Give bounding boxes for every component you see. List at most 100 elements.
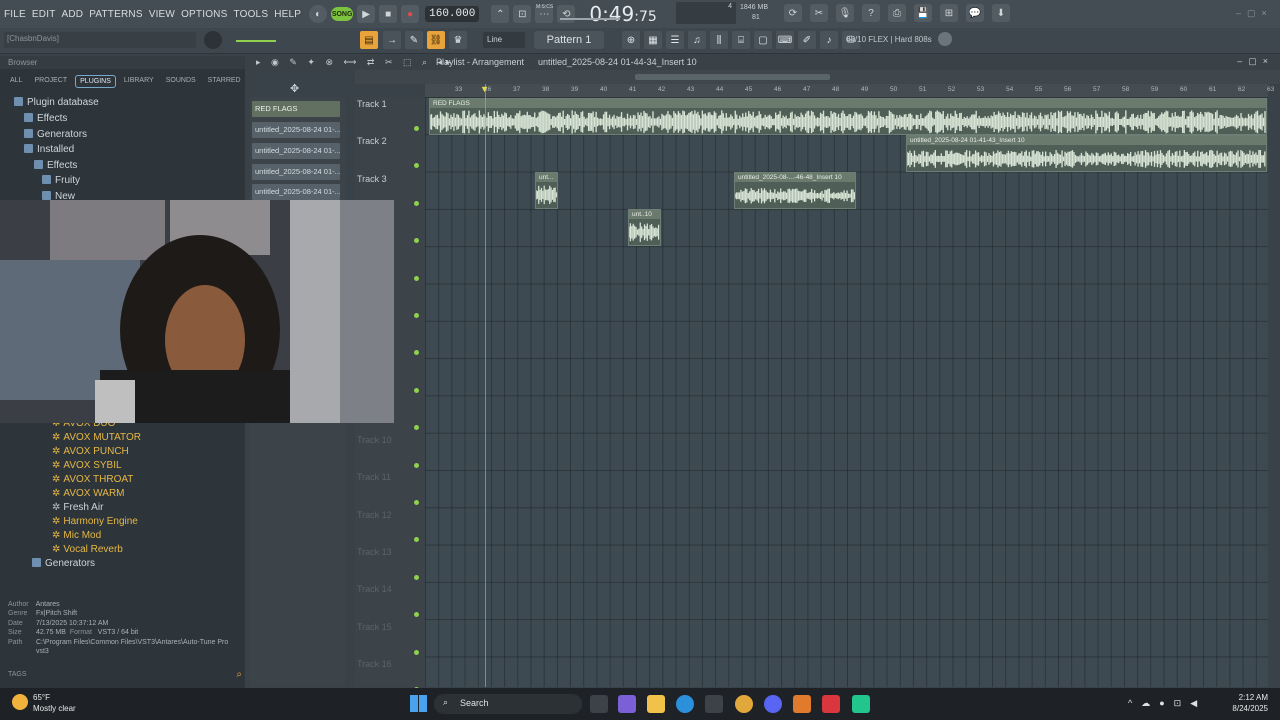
track-16-label[interactable]: Track 16 <box>357 659 392 669</box>
touch-keyboard-icon[interactable]: ⌨ <box>776 31 794 49</box>
track-1-label[interactable]: Track 1 <box>357 99 387 109</box>
add-track-icon[interactable]: ✥ <box>290 82 299 95</box>
plugin-item[interactable]: ✲ AVOX MUTATOR <box>52 432 141 443</box>
weather-icon[interactable] <box>12 694 28 710</box>
scroll-thumb[interactable] <box>635 74 830 80</box>
clip-track-3-b[interactable]: untitled_2025-08-...-46-48_Insert 10 <box>734 172 856 209</box>
track-mute-dot[interactable] <box>414 126 419 131</box>
store-icon[interactable] <box>705 695 723 713</box>
browser-icon[interactable]: ⌸ <box>732 31 750 49</box>
track-mute-dot[interactable] <box>414 500 419 505</box>
pattern-selector[interactable]: Pattern 1 <box>534 31 604 49</box>
weather-temp[interactable]: 65°F <box>33 693 50 702</box>
track-mute-dot[interactable] <box>414 574 419 580</box>
volume-icon[interactable]: ◀ <box>1190 698 1206 708</box>
tab-plugins[interactable]: PLUGINS <box>75 75 116 88</box>
tree-fruity[interactable]: Fruity <box>42 175 80 186</box>
save-icon[interactable]: 💾 <box>914 4 932 22</box>
channel-item[interactable]: untitled_2025-08-24 01-... <box>252 164 340 180</box>
help-icon[interactable]: ? <box>862 4 880 22</box>
mic-icon[interactable]: 🎙 <box>836 4 854 22</box>
menu-help[interactable]: HELP <box>274 9 301 20</box>
stop-icon[interactable]: ■ <box>379 5 398 23</box>
discord-icon[interactable] <box>764 695 782 713</box>
copilot-icon[interactable] <box>618 695 636 713</box>
channel-red-flags[interactable]: RED FLAGS <box>252 101 340 117</box>
tab-library[interactable]: LIBRARY <box>120 75 158 88</box>
track-mute-dot[interactable] <box>414 462 419 468</box>
playlist-tool-icons[interactable]: ▸ ◉ ✎ ✦ ⊗ ⟷ ⇄ ✂ ⬚ ⌕ ◂▸ <box>256 57 455 68</box>
video-app-icon[interactable] <box>822 695 840 713</box>
link-icon[interactable]: ⛓ <box>427 31 445 49</box>
close-icon[interactable]: × <box>1262 8 1273 18</box>
maximize-icon[interactable]: ▢ <box>1247 8 1262 18</box>
menu-edit[interactable]: EDIT <box>32 9 56 20</box>
flex-preset-label[interactable]: 08/10 FLEX | Hard 808s <box>846 35 932 44</box>
clip-track-3-a[interactable]: unt... <box>535 172 558 209</box>
flex-settings-icon[interactable] <box>938 32 952 46</box>
download-icon[interactable]: ⬇ <box>992 4 1010 22</box>
tree-generators[interactable]: Generators <box>24 129 87 140</box>
tags-bar[interactable]: TAGS ⌕ <box>8 669 244 685</box>
mic-tray-icon[interactable]: ● <box>1159 698 1173 708</box>
channel-item[interactable]: untitled_2025-08-24 01-... <box>252 184 340 200</box>
plugin-picker-icon[interactable]: ▢ <box>754 31 772 49</box>
plugin-item[interactable]: ✲ AVOX WARM <box>52 488 125 499</box>
playlist-icon[interactable]: ▦ <box>644 31 662 49</box>
song-mode-button[interactable]: SONG <box>331 7 354 21</box>
master-pitch-slider[interactable] <box>236 40 276 42</box>
tree-bottom-generators[interactable]: Generators <box>32 558 95 569</box>
pitch-knob-icon[interactable] <box>204 31 222 49</box>
metronome-icon[interactable]: ⌃ <box>491 5 510 23</box>
plugin-item[interactable]: ✲ Vocal Reverb <box>52 544 123 555</box>
piano-roll-icon[interactable]: ♫ <box>688 31 706 49</box>
arrow-icon[interactable]: → <box>383 31 401 49</box>
clip-red-flags[interactable]: RED FLAGS <box>429 98 1267 135</box>
clock-time[interactable]: 2:12 AM <box>1232 693 1268 702</box>
tempo-display[interactable]: 160.000 <box>425 6 480 22</box>
plugin-item[interactable]: ✲ AVOX SYBIL <box>52 460 122 471</box>
playhead-marker-icon[interactable]: ▼ <box>480 84 489 94</box>
render-icon[interactable]: ⎙ <box>888 4 906 22</box>
track-15-label[interactable]: Track 15 <box>357 622 392 632</box>
track-11-label[interactable]: Track 11 <box>357 472 391 482</box>
track-12-label[interactable]: Track 12 <box>357 510 392 520</box>
tune-icon[interactable]: ♪ <box>820 31 838 49</box>
record-icon[interactable]: ● <box>401 5 420 23</box>
master-volume-slider[interactable] <box>560 10 620 20</box>
network-icon[interactable]: ⊡ <box>1174 698 1191 708</box>
tree-installed[interactable]: Installed <box>24 144 74 155</box>
plugin-item[interactable]: ✲ AVOX THROAT <box>52 474 133 485</box>
channel-rack-icon[interactable]: ☰ <box>666 31 684 49</box>
weather-desc[interactable]: Mostly clear <box>33 704 76 713</box>
menu-view[interactable]: VIEW <box>149 9 175 20</box>
cut-icon[interactable]: ✂ <box>810 4 828 22</box>
wait-record-icon[interactable]: ⊡ <box>513 5 532 23</box>
playlist-window-controls[interactable]: –▢× <box>1237 56 1274 67</box>
minimize-icon[interactable]: – <box>1236 8 1247 18</box>
snap-selector[interactable]: Line <box>483 32 525 48</box>
mixer-view-icon[interactable]: ⫼ <box>710 31 728 49</box>
undo-icon[interactable]: ⟳ <box>784 4 802 22</box>
windows-start-icon[interactable] <box>410 695 427 712</box>
playlist-snap-icon[interactable]: ▤ <box>360 31 378 49</box>
track-2-label[interactable]: Track 2 <box>357 136 387 146</box>
channel-item[interactable]: untitled_2025-08-24 01-... <box>252 143 340 159</box>
menu-options[interactable]: OPTIONS <box>181 9 227 20</box>
task-view-icon[interactable] <box>590 695 608 713</box>
track-14-label[interactable]: Track 14 <box>357 584 392 594</box>
chevron-up-icon[interactable]: ^ <box>1128 698 1141 708</box>
tab-starred[interactable]: STARRED <box>204 75 245 88</box>
tree-effects[interactable]: Effects <box>24 113 67 124</box>
playhead[interactable] <box>485 84 486 687</box>
track-3-label[interactable]: Track 3 <box>357 174 387 184</box>
menu-tools[interactable]: TOOLS <box>233 9 268 20</box>
track-13-label[interactable]: Track 13 <box>357 547 392 557</box>
track-mute-dot[interactable] <box>414 313 419 318</box>
chat-icon[interactable]: 💬 <box>966 4 984 22</box>
menu-file[interactable]: FILE <box>4 9 26 20</box>
tab-project[interactable]: PROJECT <box>30 75 71 88</box>
tree-plugin-database[interactable]: Plugin database <box>14 97 99 108</box>
plugin-item[interactable]: ✲ Harmony Engine <box>52 516 138 527</box>
play-icon[interactable]: ▶ <box>357 5 376 23</box>
